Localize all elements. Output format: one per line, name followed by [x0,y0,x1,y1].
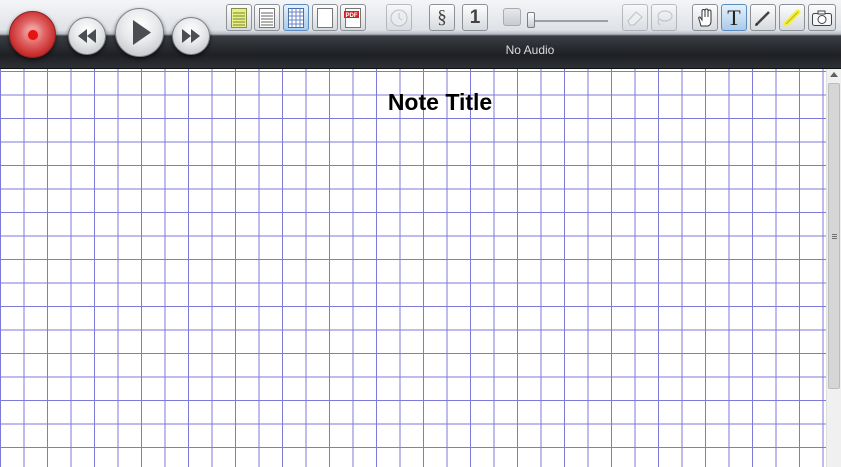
pdf-import-button[interactable]: PDF [340,4,366,31]
pdf-badge: PDF [346,13,358,19]
pen-tool-button[interactable] [750,4,776,31]
hand-tool-button[interactable] [692,4,718,31]
lined-yellow-paper-icon [231,7,247,28]
scroll-up-arrow-icon[interactable] [830,72,838,77]
blank-paper-button[interactable] [312,4,338,31]
highlighter-tool-button[interactable] [779,4,805,31]
fast-forward-button[interactable] [172,17,210,55]
eraser-icon [627,10,643,25]
hand-icon [698,7,712,26]
note-canvas[interactable]: Note Title [0,69,826,467]
play-button[interactable] [115,8,164,57]
note-title[interactable]: Note Title [0,89,841,116]
record-icon [28,30,38,40]
highlighter-icon [783,9,801,26]
camera-icon [812,10,832,26]
pen-icon [755,10,770,26]
pen-size-slider-track[interactable] [530,20,608,22]
timer-button[interactable] [386,4,412,31]
lined-white-paper-button[interactable] [254,4,280,31]
lined-white-paper-icon [259,7,275,28]
grip-line [832,236,837,237]
grip-line [832,238,837,239]
lined-yellow-paper-button[interactable] [226,4,252,31]
grid-paper-icon [288,7,304,28]
audio-status: No Audio [505,43,555,57]
grid-paper-button[interactable] [283,4,309,31]
eraser-button[interactable] [622,4,648,31]
pen-size-preview [503,8,521,26]
record-button[interactable] [9,11,56,58]
scroll-thumb[interactable] [828,83,840,389]
rewind-button[interactable] [68,17,106,55]
pdf-icon: PDF [344,7,361,28]
numbered-list-button[interactable]: 1 [462,4,488,31]
text-tool-icon: T [727,4,741,30]
pen-size-slider-thumb[interactable] [527,12,535,28]
clock-icon [390,9,408,26]
blank-paper-icon [317,7,333,28]
vertical-scrollbar[interactable] [826,69,841,467]
fast-forward-icon [182,29,200,43]
grip-line [832,234,837,235]
section-symbol-icon: § [437,6,447,28]
section-button[interactable]: § [429,4,455,31]
text-tool-button[interactable]: T [721,4,747,31]
camera-button[interactable] [808,4,836,31]
toolbar: PDF § 1 T No Audio [0,0,841,69]
lasso-button[interactable] [651,4,677,31]
play-icon [133,20,151,45]
rewind-icon [78,29,96,43]
numbered-list-icon: 1 [469,6,481,28]
lasso-icon [657,10,673,25]
